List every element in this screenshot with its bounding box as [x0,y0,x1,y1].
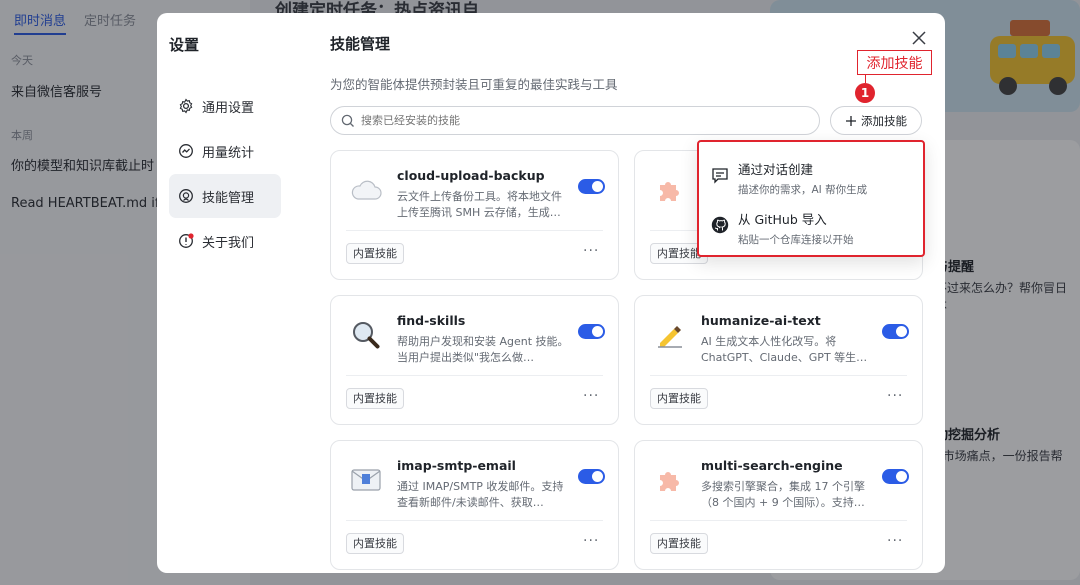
skill-card[interactable]: cloud-upload-backup 云文件上传备份工具。将本地文件上传至腾讯… [330,150,619,280]
menu-item-desc: 描述你的需求，AI 帮你生成 [738,184,868,196]
settings-title: 设置 [169,36,200,54]
add-skill-dropdown: 通过对话创建 描述你的需求，AI 帮你生成 从 GitHub 导入 粘贴一个仓库… [697,140,925,257]
skill-description: 帮助用户发现和安装 Agent 技能。当用户提出类似"我怎么做… [397,335,569,364]
divider [346,520,603,521]
search-icon [341,114,354,127]
add-skill-button[interactable]: 添加技能 [830,106,922,135]
skill-name: humanize-ai-text [701,313,821,328]
nav-skill-management[interactable]: 技能管理 [169,174,281,218]
divider [650,520,907,521]
menu-item-title: 从 GitHub 导入 [738,212,827,227]
skill-card[interactable]: multi-search-engine 多搜索引擎聚合，集成 17 个引擎（8 … [634,440,923,570]
cloud-icon [349,173,383,207]
info-icon [179,233,194,248]
annotation-connector [865,75,866,83]
more-options-button[interactable]: ··· [583,388,599,404]
skill-name: find-skills [397,313,466,328]
skill-description: 云文件上传备份工具。将本地文件上传至腾讯 SMH 云存储，生成… [397,190,562,219]
builtin-skill-tag: 内置技能 [346,388,404,409]
nav-label: 通用设置 [202,100,255,116]
menu-item-import-github[interactable]: 从 GitHub 导入 粘贴一个仓库连接以开始 [711,209,854,247]
gear-icon [179,98,193,114]
more-options-button[interactable]: ··· [887,388,903,404]
skill-enable-toggle[interactable] [578,324,605,339]
puzzle-icon [653,173,687,207]
menu-item-desc: 粘贴一个仓库连接以开始 [738,234,854,246]
menu-item-title: 通过对话创建 [738,162,814,177]
chat-icon [712,168,728,184]
more-options-button[interactable]: ··· [583,243,599,259]
nav-usage-stats[interactable]: 用量统计 [169,129,281,173]
skill-enable-toggle[interactable] [882,324,909,339]
nav-label: 技能管理 [202,190,255,206]
annotation-step-badge: 1 [855,83,875,103]
chart-icon [179,144,193,158]
nav-label: 用量统计 [202,145,255,161]
nav-general-settings[interactable]: 通用设置 [169,84,281,128]
nav-about-us[interactable]: 关于我们 [169,219,281,263]
plus-icon [846,115,856,126]
puzzle-icon [653,463,687,497]
notification-dot-icon [188,233,194,239]
skill-icon [179,189,193,203]
more-options-button[interactable]: ··· [583,533,599,549]
skill-enable-toggle[interactable] [578,179,605,194]
builtin-skill-tag: 内置技能 [346,533,404,554]
nav-label: 关于我们 [202,235,255,251]
menu-item-create-via-chat[interactable]: 通过对话创建 描述你的需求，AI 帮你生成 [711,159,867,197]
skill-enable-toggle[interactable] [882,469,909,484]
divider [346,375,603,376]
skill-card[interactable]: imap-smtp-email 通过 IMAP/SMTP 收发邮件。支持查看新邮… [330,440,619,570]
divider [346,230,603,231]
magnifier-icon [349,318,383,352]
builtin-skill-tag: 内置技能 [650,533,708,554]
search-input[interactable] [361,114,781,127]
skill-search-box[interactable] [330,106,820,135]
page-title: 技能管理 [330,35,391,53]
more-options-button[interactable]: ··· [887,533,903,549]
skill-enable-toggle[interactable] [578,469,605,484]
skill-description: 通过 IMAP/SMTP 收发邮件。支持查看新邮件/未读邮件、获取… [397,480,564,509]
builtin-skill-tag: 内置技能 [346,243,404,264]
email-icon [349,463,383,497]
divider [650,375,907,376]
github-icon [711,216,729,234]
close-icon[interactable] [910,29,928,47]
skill-card[interactable]: humanize-ai-text AI 生成文本人性化改写。将 ChatGPT、… [634,295,923,425]
skill-description: 多搜索引擎聚合，集成 17 个引擎（8 个国内 + 9 个国际）。支持… [701,480,865,509]
settings-sidebar: 设置 通用设置 用量统计 技能管理 关于我们 [157,13,297,573]
builtin-skill-tag: 内置技能 [650,388,708,409]
skill-description: AI 生成文本人性化改写。将 ChatGPT、Claude、GPT 等生… [701,335,868,364]
add-skill-label: 添加技能 [861,113,907,128]
skill-name: cloud-upload-backup [397,168,545,183]
writing-hand-icon [653,318,687,352]
skill-name: imap-smtp-email [397,458,516,473]
annotation-label: 添加技能 [857,50,932,75]
page-subtitle: 为您的智能体提供预封装且可重复的最佳实践与工具 [330,77,618,92]
skill-name: multi-search-engine [701,458,843,473]
skill-card[interactable]: find-skills 帮助用户发现和安装 Agent 技能。当用户提出类似"我… [330,295,619,425]
settings-modal: 设置 通用设置 用量统计 技能管理 关于我们 技能管理 为您的智能体提供预封装且… [157,13,945,573]
skills-panel: 技能管理 为您的智能体提供预封装且可重复的最佳实践与工具 添加技能 cloud-… [330,13,930,573]
